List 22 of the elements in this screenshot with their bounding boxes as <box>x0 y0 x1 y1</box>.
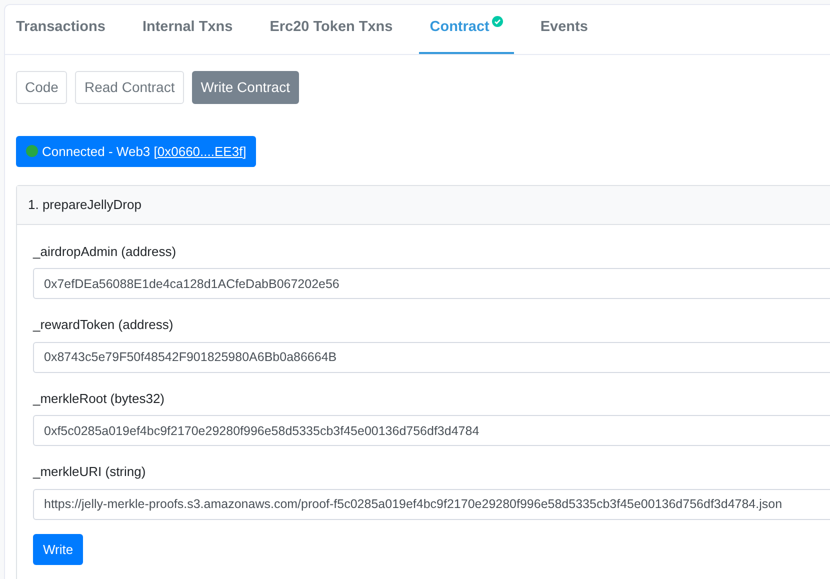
connection-button[interactable]: Connected - Web3 [0x0660....EE3f] <box>16 136 256 168</box>
connection-label: Connected - Web3 [ <box>42 144 158 159</box>
method-title[interactable]: 1. prepareJellyDrop <box>17 186 830 225</box>
tab[interactable]: Events <box>529 5 599 54</box>
address-link[interactable]: 0x0660....EE3f <box>157 144 243 159</box>
bracket-text: ] <box>242 144 246 159</box>
param-label: _rewardToken (address) <box>33 316 174 334</box>
tab[interactable]: Erc20 Token Txns <box>258 5 404 54</box>
write-button[interactable]: Write <box>33 534 84 566</box>
input-field[interactable]: 0x8743c5e79F50f48542F901825980A6Bb0a86664B <box>33 342 830 373</box>
tab[interactable]: Contract <box>418 5 514 54</box>
tab[interactable]: Internal Txns <box>131 5 244 54</box>
input-field[interactable]: https://jelly-merkle-proofs.s3.amazonaws.com/proof-f5c0285a019ef4bc9f2170e29280f996e58d5335cb3f45e00136d756df3d4784.json <box>33 488 830 520</box>
subtab-button[interactable]: Read Contract <box>75 70 184 104</box>
input-field[interactable]: 0xf5c0285a019ef4bc9f2170e29280f996e58d5335cb3f45e00136d756df3d4784 <box>33 415 830 446</box>
tab[interactable]: Transactions <box>5 5 116 54</box>
subtab-button[interactable]: Write Contract <box>192 70 299 104</box>
param-label: _merkleRoot (bytes32) <box>33 390 166 408</box>
param-label: _merkleURI (string) <box>33 463 147 482</box>
param-label: _airdropAdmin (address) <box>33 242 178 261</box>
subtab-button[interactable]: Code <box>16 70 68 104</box>
input-field[interactable]: 0x7efDEa56088E1de4ca128d1ACfeDabB067202e56 <box>33 268 830 300</box>
